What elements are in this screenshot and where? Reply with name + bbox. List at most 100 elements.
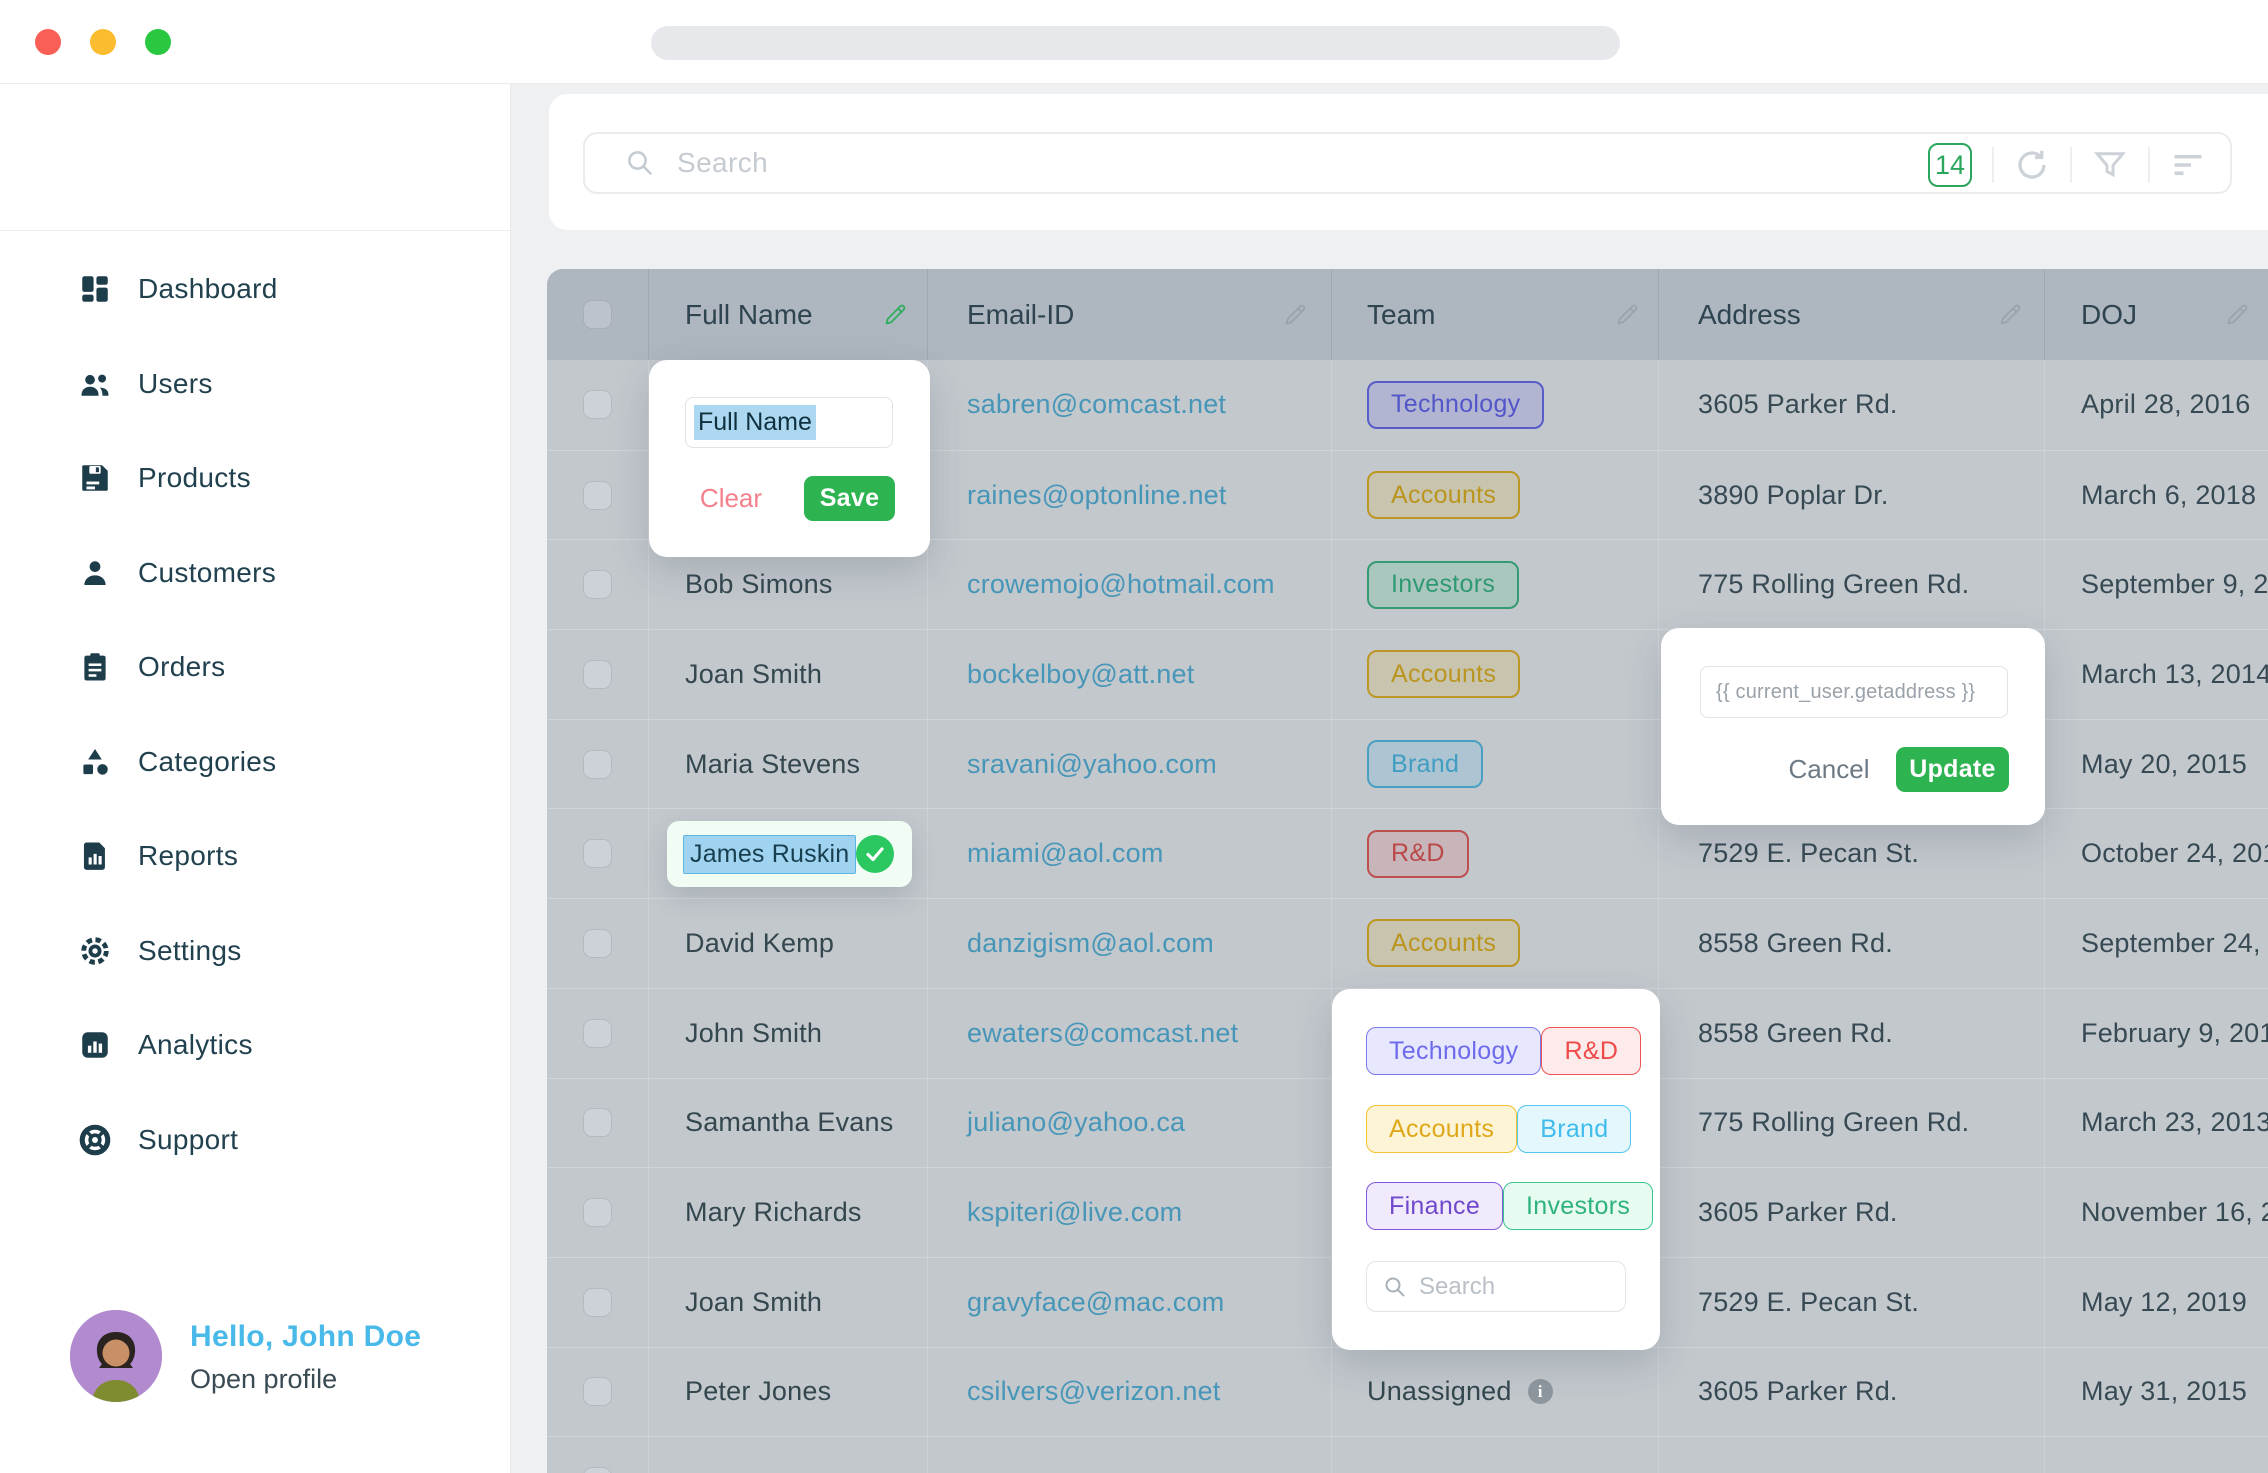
row-checkbox[interactable] (583, 839, 612, 868)
save-button[interactable]: Save (804, 476, 895, 521)
refresh-icon[interactable] (2014, 147, 2050, 183)
edit-column-icon[interactable] (882, 301, 909, 328)
team-badge[interactable]: Technology (1367, 381, 1544, 429)
window-close-button[interactable] (35, 29, 61, 55)
cell-email: sravani@yahoo.com (927, 720, 1331, 809)
sidebar-item-products[interactable]: Products (0, 431, 510, 526)
team-option-brand[interactable]: Brand (1517, 1105, 1631, 1153)
cancel-button[interactable]: Cancel (1789, 747, 1869, 792)
update-button[interactable]: Update (1896, 747, 2009, 792)
column-header-doj[interactable]: DOJ (2044, 269, 2268, 360)
checkbox-cell (547, 899, 648, 988)
sidebar-item-label: Users (138, 368, 213, 400)
checkbox-cell (547, 540, 648, 629)
sidebar-item-reports[interactable]: Reports (0, 809, 510, 904)
cell-full-name: David Kemp (648, 899, 927, 988)
clear-button[interactable]: Clear (695, 476, 767, 521)
sidebar-item-dashboard[interactable]: Dashboard (0, 242, 510, 337)
dashboard-icon (78, 272, 112, 306)
team-badge[interactable]: Accounts (1367, 919, 1520, 967)
profile-section[interactable]: Hello, John Doe Open profile (0, 1302, 510, 1422)
open-profile-link[interactable]: Open profile (190, 1364, 337, 1395)
row-checkbox[interactable] (583, 1019, 612, 1048)
avatar[interactable] (70, 1310, 162, 1402)
cell-address: 3890 Poplar Dr. (1658, 451, 2044, 540)
checkbox-cell (547, 630, 648, 719)
row-checkbox[interactable] (583, 1198, 612, 1227)
cell-team: R&D (1331, 809, 1658, 898)
table-row: David Kempdanzigism@aol.comAccounts8558 … (547, 898, 2268, 988)
row-checkbox[interactable] (583, 750, 612, 779)
select-all-checkbox[interactable] (583, 300, 612, 329)
checkbox-cell (547, 1168, 648, 1257)
checkbox-cell (547, 989, 648, 1078)
cell-full-name: Samantha Evans (648, 1079, 927, 1168)
team-badge[interactable]: Accounts (1367, 471, 1520, 519)
selected-text[interactable]: James Ruskin (683, 835, 856, 874)
sidebar-item-label: Customers (138, 557, 276, 589)
row-checkbox[interactable] (583, 481, 612, 510)
sidebar-item-users[interactable]: Users (0, 337, 510, 432)
cell-email: raines@optonline.net (927, 451, 1331, 540)
cell-doj: March 6, 2018 (2044, 451, 2268, 540)
window-zoom-button[interactable] (145, 29, 171, 55)
address-editor-input[interactable]: {{ current_user.getaddress }} (1700, 666, 2008, 718)
row-checkbox[interactable] (583, 929, 612, 958)
team-badge[interactable]: R&D (1367, 830, 1469, 878)
cell-email: csilvers@verizon.net (927, 1348, 1331, 1437)
row-checkbox[interactable] (583, 1288, 612, 1317)
sidebar-item-label: Dashboard (138, 273, 278, 305)
sidebar-item-analytics[interactable]: Analytics (0, 998, 510, 1093)
sidebar-item-support[interactable]: Support (0, 1093, 510, 1188)
table-row-partial (547, 1436, 2268, 1473)
row-checkbox[interactable] (583, 1108, 612, 1137)
team-option-technology[interactable]: Technology (1366, 1027, 1541, 1075)
row-checkbox[interactable] (583, 660, 612, 689)
sidebar: Dashboard Users Products Customers OrdersCat… (0, 84, 511, 1473)
team-badge[interactable]: Investors (1367, 561, 1519, 609)
column-header-team[interactable]: Team (1331, 269, 1658, 360)
sidebar-item-customers[interactable]: Customers (0, 526, 510, 621)
cell-full-name: Joan Smith (648, 1258, 927, 1347)
team-search-placeholder: Search (1419, 1273, 1495, 1301)
column-header-address[interactable]: Address (1658, 269, 2044, 360)
row-checkbox[interactable] (583, 570, 612, 599)
sidebar-item-orders[interactable]: Orders (0, 620, 510, 715)
cell-doj: May 20, 2015 (2044, 720, 2268, 809)
result-count-badge[interactable]: 14 (1928, 143, 1972, 187)
column-header-emailid[interactable]: Email-ID (927, 269, 1331, 360)
sidebar-item-label: Analytics (138, 1029, 253, 1061)
cell-team: Accounts (1331, 630, 1658, 719)
sidebar-item-settings[interactable]: Settings (0, 904, 510, 999)
edit-column-icon[interactable] (1614, 301, 1641, 328)
confirm-check-icon[interactable] (856, 835, 894, 873)
team-search-input[interactable]: Search (1366, 1261, 1626, 1312)
cell-address: 8558 Green Rd. (1658, 899, 2044, 988)
row-checkbox[interactable] (583, 1467, 612, 1473)
team-option-accounts[interactable]: Accounts (1366, 1105, 1517, 1153)
edit-column-icon[interactable] (1282, 301, 1309, 328)
info-icon[interactable]: i (1528, 1379, 1553, 1404)
team-option-investors[interactable]: Investors (1503, 1182, 1653, 1230)
cell-doj: March 13, 2014 (2044, 630, 2268, 719)
team-option-finance[interactable]: Finance (1366, 1182, 1503, 1230)
checkbox-cell (547, 720, 648, 809)
sidebar-item-categories[interactable]: Categories (0, 715, 510, 810)
team-badge[interactable]: Accounts (1367, 650, 1520, 698)
name-editor-input[interactable]: Full Name (685, 397, 893, 448)
row-checkbox[interactable] (583, 1377, 612, 1406)
team-option-rd[interactable]: R&D (1541, 1027, 1641, 1075)
row-checkbox[interactable] (583, 390, 612, 419)
cell-team: Brand (1331, 720, 1658, 809)
cell-team: Investors (1331, 540, 1658, 629)
edit-column-icon[interactable] (1997, 301, 2024, 328)
edit-column-icon[interactable] (2224, 301, 2251, 328)
column-header-fullname[interactable]: Full Name (648, 269, 927, 360)
sort-icon[interactable] (2170, 147, 2206, 183)
team-badge[interactable]: Brand (1367, 740, 1483, 788)
filter-icon[interactable] (2092, 147, 2128, 183)
window-minimize-button[interactable] (90, 29, 116, 55)
sidebar-item-label: Support (138, 1124, 238, 1156)
search-icon (625, 148, 655, 178)
search-input[interactable]: Search 14 (583, 132, 2232, 194)
